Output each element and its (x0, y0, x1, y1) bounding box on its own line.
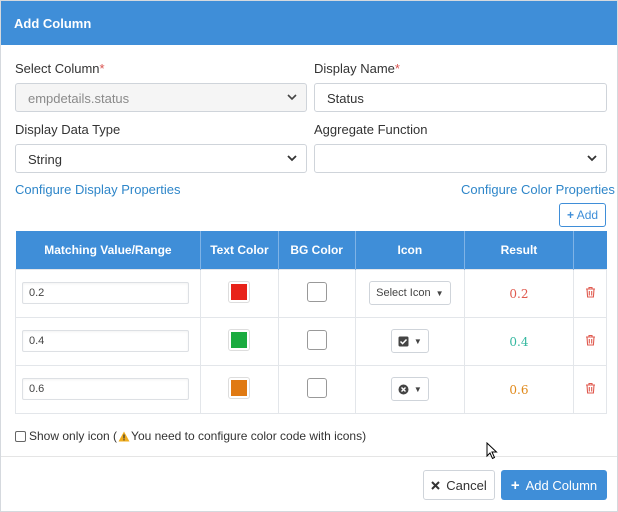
matching-value-input[interactable]: 0.6 (22, 378, 189, 400)
select-column-value: empdetails.status (28, 91, 130, 106)
display-name-input[interactable]: Status (314, 83, 607, 112)
dialog-title: Add Column (1, 1, 617, 45)
matching-value-input[interactable]: 0.4 (22, 330, 189, 352)
color-swatch (231, 379, 248, 396)
close-icon (431, 480, 440, 490)
add-row-button[interactable]: + Add (559, 203, 606, 227)
color-swatch (231, 283, 248, 300)
caret-down-icon: ▼ (413, 336, 422, 346)
display-data-type-label: Display Data Type (15, 122, 121, 137)
header-bg-color: BG Color (278, 231, 356, 269)
select-column-dropdown[interactable]: empdetails.status (15, 83, 307, 112)
result-preview: 0.4 (509, 334, 529, 349)
times-circle-icon (398, 384, 409, 394)
caret-down-icon: ▼ (435, 288, 444, 298)
icon-select[interactable]: ▼ (390, 329, 429, 353)
text-color-picker[interactable] (228, 328, 251, 351)
footer-divider (1, 456, 617, 457)
display-data-type-value: String (28, 152, 62, 167)
color-swatch (231, 331, 248, 348)
aggregate-function-label: Aggregate Function (314, 122, 428, 137)
trash-icon[interactable] (585, 286, 596, 301)
bg-color-picker[interactable] (306, 329, 327, 350)
bg-color-picker[interactable] (306, 281, 327, 302)
icon-select[interactable]: Select Icon ▼ (369, 281, 451, 305)
table-row: 0.2 Select Icon ▼ 0.2 (14, 268, 607, 318)
header-actions (573, 231, 607, 269)
cancel-button-label: Cancel (446, 477, 487, 493)
select-column-label: Select Column* (15, 61, 105, 76)
table-header-row: Matching Value/Range Text Color BG Color… (15, 231, 607, 269)
configure-display-properties-link[interactable]: Configure Display Properties (15, 182, 180, 197)
chevron-down-icon (586, 151, 598, 165)
text-color-picker[interactable] (228, 280, 251, 303)
aggregate-function-select[interactable] (314, 144, 607, 173)
check-square-icon (398, 336, 409, 346)
result-preview: 0.6 (509, 382, 529, 397)
header-text-color: Text Color (200, 231, 279, 269)
bg-color-picker[interactable] (306, 377, 327, 398)
add-column-button-label: Add Column (525, 477, 598, 493)
display-data-type-select[interactable]: String (15, 144, 307, 173)
plus-icon: + (510, 476, 520, 494)
table-row: 0.4 ▼ 0.4 (14, 316, 607, 366)
show-only-icon-label-suffix: You need to configure color code with ic… (131, 429, 367, 443)
display-name-label: Display Name* (314, 61, 400, 76)
cancel-button[interactable]: Cancel (423, 470, 495, 500)
add-column-button[interactable]: + Add Column (501, 470, 607, 500)
warning-icon (118, 431, 130, 441)
chevron-down-icon (286, 151, 298, 165)
matching-value-input[interactable]: 0.2 (22, 282, 189, 304)
chevron-down-icon (286, 90, 298, 104)
trash-icon[interactable] (585, 334, 596, 349)
color-rules-table: Matching Value/Range Text Color BG Color… (14, 231, 607, 414)
mouse-cursor-icon (486, 442, 498, 460)
table-row: 0.6 ▼ 0.6 (14, 364, 607, 414)
header-icon: Icon (355, 231, 465, 269)
plus-icon: + (567, 208, 575, 222)
show-only-icon-checkbox[interactable] (15, 430, 26, 442)
icon-select[interactable]: ▼ (390, 377, 429, 401)
header-result: Result (464, 231, 575, 269)
configure-color-properties-link[interactable]: Configure Color Properties (461, 182, 615, 197)
show-only-icon-option: Show only icon ( You need to configure c… (15, 429, 366, 443)
caret-down-icon: ▼ (413, 384, 422, 394)
result-preview: 0.2 (509, 286, 529, 301)
text-color-picker[interactable] (228, 376, 251, 399)
show-only-icon-label-prefix: Show only icon ( (29, 429, 118, 443)
header-matching-value: Matching Value/Range (15, 231, 202, 269)
add-row-button-label: Add (576, 208, 599, 222)
add-column-dialog: Add Column Select Column* Display Name* … (0, 0, 618, 512)
trash-icon[interactable] (585, 382, 596, 397)
